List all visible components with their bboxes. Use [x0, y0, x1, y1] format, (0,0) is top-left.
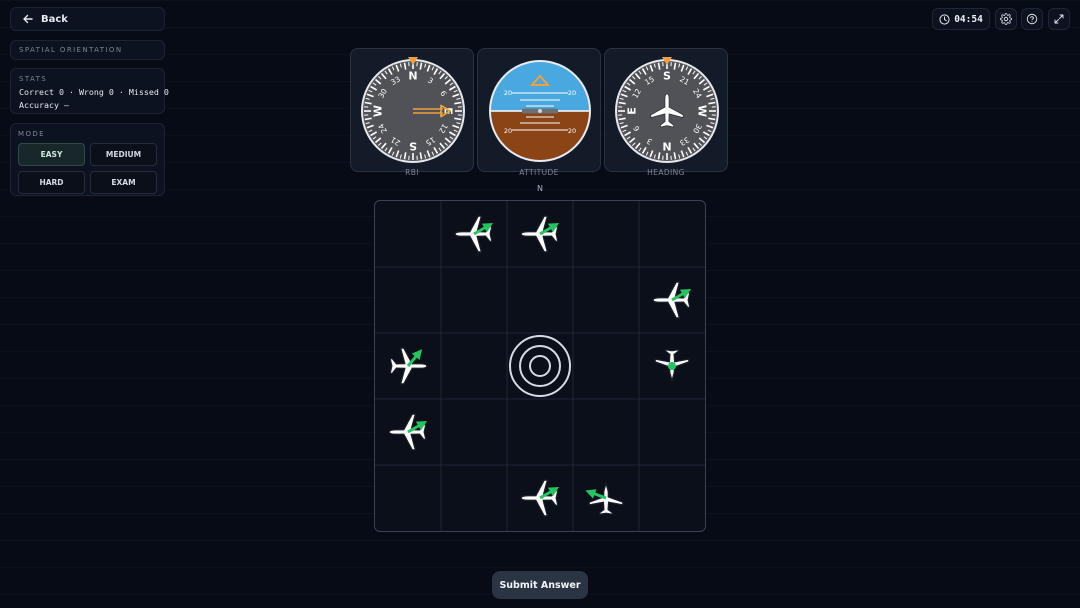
heading-label: S [663, 70, 671, 83]
grid-cell-2-2[interactable] [507, 333, 573, 399]
mode-medium-button[interactable]: MEDIUM [90, 143, 157, 166]
grid-cell-0-0[interactable] [375, 201, 441, 267]
attitude-indicator: 20 20 20 20 [489, 60, 591, 162]
grid-cell-3-3[interactable] [573, 399, 639, 465]
grid-cell-2-3[interactable] [573, 333, 639, 399]
answer-grid-canvas [375, 201, 705, 531]
arrow-left-icon [23, 14, 33, 24]
heading-label: N [662, 140, 671, 153]
gear-icon [1000, 13, 1012, 25]
mode-hard-button[interactable]: HARD [18, 171, 85, 194]
app-title: SPATIAL ORIENTATION [19, 46, 123, 54]
grid-cell-0-4[interactable] [639, 201, 705, 267]
grid-cell-3-2[interactable] [507, 399, 573, 465]
pitch-label: 20 [504, 89, 512, 97]
grid-cell-1-3[interactable] [573, 267, 639, 333]
mode-easy-button[interactable]: EASY [18, 143, 85, 166]
submit-answer-button[interactable]: Submit Answer [492, 571, 588, 599]
help-button[interactable] [1021, 8, 1043, 30]
heading-instrument: N 3 6 E 12 15 S 21 24 W 30 33 [604, 48, 728, 172]
mode-exam-button[interactable]: EXAM [90, 171, 157, 194]
rbi-label: W [372, 105, 385, 117]
rbi-label: S [409, 140, 417, 153]
heading-label: HEADING [647, 168, 685, 177]
timer-value: 04:54 [954, 13, 983, 25]
rbi-label: E [442, 107, 455, 115]
rbi-label: N [408, 70, 417, 83]
grid-cell-4-1[interactable] [441, 465, 507, 531]
grid-cell-1-2[interactable] [507, 267, 573, 333]
heading-label: W [696, 105, 709, 117]
rbi-dial: N 36E1215S2124W3033 [361, 57, 465, 163]
fullscreen-icon [1054, 14, 1064, 24]
attitude-instrument: 20 20 20 20 [477, 48, 601, 172]
pitch-label: 20 [568, 127, 576, 135]
fullscreen-button[interactable] [1048, 8, 1070, 30]
attitude-label: ATTITUDE [519, 168, 559, 177]
app-title-panel: SPATIAL ORIENTATION [10, 40, 165, 60]
grid-cell-1-0[interactable] [375, 267, 441, 333]
settings-button[interactable] [995, 8, 1017, 30]
grid-cell-3-4[interactable] [639, 399, 705, 465]
stats-counts: Correct 0 · Wrong 0 · Missed 0 [19, 87, 169, 97]
timer: 04:54 [932, 8, 990, 30]
grid-cell-4-0[interactable] [375, 465, 441, 531]
grid-cell-1-1[interactable] [441, 267, 507, 333]
answer-grid [374, 200, 706, 532]
mode-heading: MODE [18, 130, 45, 138]
grid-cell-2-1[interactable] [441, 333, 507, 399]
back-button[interactable]: Back [10, 7, 165, 31]
heading-label: E [626, 107, 639, 115]
pitch-label: 20 [504, 127, 512, 135]
grid-cell-4-4[interactable] [639, 465, 705, 531]
heading-dial: N36E1215 S 2124W3033 [615, 57, 719, 163]
back-label: Back [41, 13, 68, 25]
rbi-instrument: N 3 6 E 12 15 S 21 24 W 30 33 [350, 48, 474, 172]
stats-accuracy: Accuracy — [19, 100, 69, 110]
stats-heading: STATS [19, 75, 48, 83]
rbi-label: RBI [405, 168, 419, 177]
clock-icon [939, 13, 950, 25]
stats-panel: STATS Correct 0 · Wrong 0 · Missed 0 Acc… [10, 68, 169, 114]
grid-cell-0-3[interactable] [573, 201, 639, 267]
help-icon [1026, 13, 1038, 25]
mode-panel: MODE EASY MEDIUM HARD EXAM [10, 123, 165, 196]
pitch-label: 20 [568, 89, 576, 97]
grid-cell-3-1[interactable] [441, 399, 507, 465]
grid-north-label: N [537, 184, 543, 193]
